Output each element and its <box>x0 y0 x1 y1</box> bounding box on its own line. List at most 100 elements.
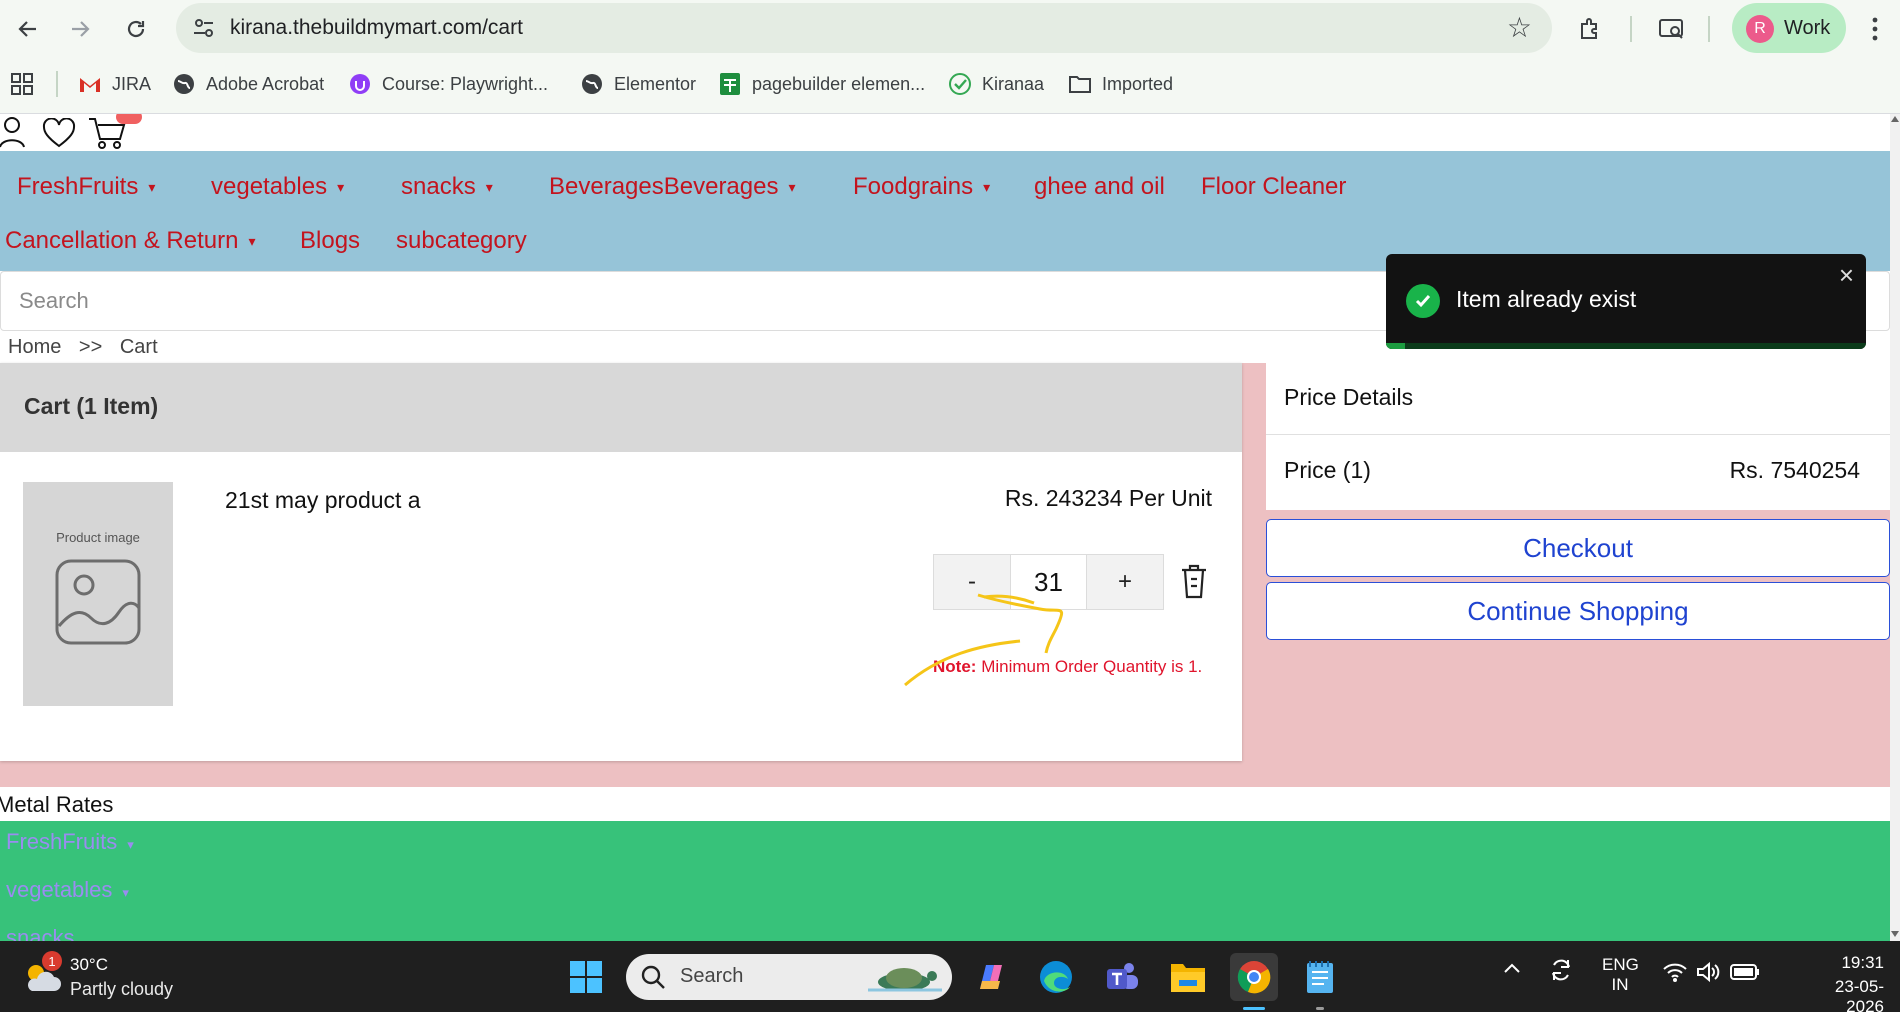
tab-search-icon[interactable] <box>1655 12 1689 46</box>
battery-tray-icon[interactable] <box>1730 963 1760 986</box>
wifi-tray-icon[interactable] <box>1662 961 1688 988</box>
toast-progress-fill <box>1386 343 1406 349</box>
show-hidden-icons[interactable] <box>1502 959 1522 984</box>
product-image-placeholder-text: Product image <box>56 530 140 545</box>
sync-tray-icon[interactable] <box>1548 957 1574 988</box>
bookmark-star-icon[interactable]: ☆ <box>1507 11 1532 44</box>
nav-item-cancellation-return[interactable]: Cancellation & Return ▾ <box>5 227 256 255</box>
teams-app[interactable] <box>1098 953 1146 1001</box>
breadcrumb-home[interactable]: Home <box>8 336 61 358</box>
address-bar[interactable]: kirana.thebuildmymart.com/cart ☆ <box>176 3 1552 53</box>
bookmark-course-playwright[interactable]: Course: Playwright... <box>348 64 548 104</box>
nav-item-subcategory[interactable]: subcategory <box>396 227 527 255</box>
nav-item-snacks[interactable]: snacks ▾ <box>401 173 493 201</box>
folder-icon <box>1171 964 1205 992</box>
price-divider <box>1266 434 1890 435</box>
nav-item-freshfruits[interactable]: FreshFruits ▾ <box>17 173 155 201</box>
copilot-app[interactable] <box>966 953 1014 1001</box>
folder-icon <box>1068 72 1092 96</box>
bookmark-label: Imported <box>1102 73 1174 94</box>
forward-button[interactable] <box>60 9 100 49</box>
clock[interactable]: 19:31 23-05-2026 <box>1800 953 1884 1017</box>
back-button[interactable] <box>8 9 48 49</box>
bookmark-label: Kiranaa <box>982 73 1045 94</box>
reload-button[interactable] <box>116 9 156 49</box>
continue-shopping-button[interactable]: Continue Shopping <box>1266 582 1890 640</box>
quantity-value[interactable]: 31 <box>1010 555 1087 609</box>
footer-link-freshfruits[interactable]: FreshFruits ▾ <box>6 829 134 855</box>
globe-icon <box>172 72 196 96</box>
copilot-icon <box>980 965 1002 989</box>
url-text[interactable]: kirana.thebuildmymart.com/cart <box>230 16 523 40</box>
page-scrollbar[interactable] <box>1890 114 1900 941</box>
language-bottom: IN <box>1611 975 1629 994</box>
chrome-app[interactable] <box>1230 953 1278 1001</box>
nav-item-ghee-and-oil[interactable]: ghee and oil <box>1034 173 1165 201</box>
nav-item-foodgrains[interactable]: Foodgrains ▾ <box>853 173 990 201</box>
footer-link-vegetables[interactable]: vegetables ▾ <box>6 877 129 903</box>
menu-kebab-icon[interactable] <box>1858 12 1892 46</box>
apps-grid-button[interactable] <box>10 64 34 104</box>
footer-link-snacks[interactable]: snacks <box>6 925 74 941</box>
bookmark-elementor[interactable]: Elementor <box>580 64 696 104</box>
quantity-stepper: - 31 + <box>933 554 1164 610</box>
weather-widget[interactable]: 1 30°C Partly cloudy <box>18 951 198 1001</box>
toast-close-icon[interactable]: × <box>1839 260 1854 291</box>
taskbar-search[interactable]: Search <box>626 954 952 1000</box>
bookmark-jira[interactable]: JIRA <box>78 64 151 104</box>
bookmark-pagebuilder[interactable]: pagebuilder elemen... <box>718 64 925 104</box>
toast-progress-bar <box>1386 343 1866 349</box>
bookmark-label: Elementor <box>614 73 697 94</box>
increase-quantity-button[interactable]: + <box>1087 555 1163 609</box>
chevron-down-icon: ▾ <box>337 179 345 196</box>
gmail-icon <box>78 72 102 96</box>
profile-button[interactable]: R Work <box>1732 3 1846 53</box>
bookmark-label: JIRA <box>112 73 152 94</box>
edge-icon <box>1040 961 1072 993</box>
min-order-note: Note: Minimum Order Quantity is 1. <box>933 653 1223 680</box>
weather-badge: 1 <box>42 951 62 971</box>
file-explorer-app[interactable] <box>1164 953 1212 1001</box>
bookmark-adobe-acrobat[interactable]: Adobe Acrobat <box>172 64 324 104</box>
user-icon[interactable] <box>0 116 28 148</box>
sync-icon <box>1552 959 1570 981</box>
search-icon <box>641 965 665 989</box>
price-details-title: Price Details <box>1284 384 1414 410</box>
chevron-down-icon: ▾ <box>122 885 129 900</box>
teams-icon <box>1107 963 1138 989</box>
arrow-right-icon <box>72 21 90 37</box>
weather-temperature: 30°C <box>70 955 108 974</box>
chevron-down-icon: ▾ <box>127 837 134 852</box>
chevron-up-icon <box>1504 963 1520 973</box>
scroll-down-icon[interactable] <box>1891 931 1899 937</box>
edge-app[interactable] <box>1032 953 1080 1001</box>
nav-item-vegetables[interactable]: vegetables ▾ <box>211 173 344 201</box>
notepad-app[interactable] <box>1296 953 1344 1001</box>
bookmark-label: pagebuilder elemen... <box>752 73 926 94</box>
site-settings-icon[interactable] <box>190 14 218 42</box>
nav-item-floor-cleaner[interactable]: Floor Cleaner <box>1201 173 1346 201</box>
decrease-quantity-button[interactable]: - <box>934 555 1010 609</box>
start-button[interactable] <box>562 953 610 1001</box>
extensions-icon[interactable] <box>1574 12 1608 46</box>
footer-nav: FreshFruits ▾ vegetables ▾ snacks <box>0 821 1890 941</box>
profile-avatar: R <box>1746 15 1774 43</box>
nav-item-blogs[interactable]: Blogs <box>300 227 360 255</box>
volume-tray-icon[interactable] <box>1696 961 1720 988</box>
language-indicator[interactable]: ENG IN <box>1602 955 1639 995</box>
nav-item-beverages[interactable]: BeveragesBeverages ▾ <box>549 173 796 201</box>
reload-icon <box>127 20 145 38</box>
trash-icon[interactable] <box>1178 561 1210 601</box>
product-name[interactable]: 21st may product a <box>225 487 421 514</box>
scroll-up-icon[interactable] <box>1891 116 1899 122</box>
bookmark-kiranaa[interactable]: Kiranaa <box>948 64 1044 104</box>
checkout-button[interactable]: Checkout <box>1266 519 1890 577</box>
toast-notification: Item already exist × <box>1386 254 1866 349</box>
bookmarks-divider <box>56 71 58 97</box>
toast-message: Item already exist <box>1456 286 1637 312</box>
price-row-value: Rs. 7540254 <box>1729 457 1860 483</box>
chevron-down-icon: ▾ <box>983 179 991 196</box>
bookmark-imported[interactable]: Imported <box>1068 64 1173 104</box>
heart-icon[interactable] <box>42 118 76 148</box>
product-image[interactable]: Product image <box>23 482 173 706</box>
